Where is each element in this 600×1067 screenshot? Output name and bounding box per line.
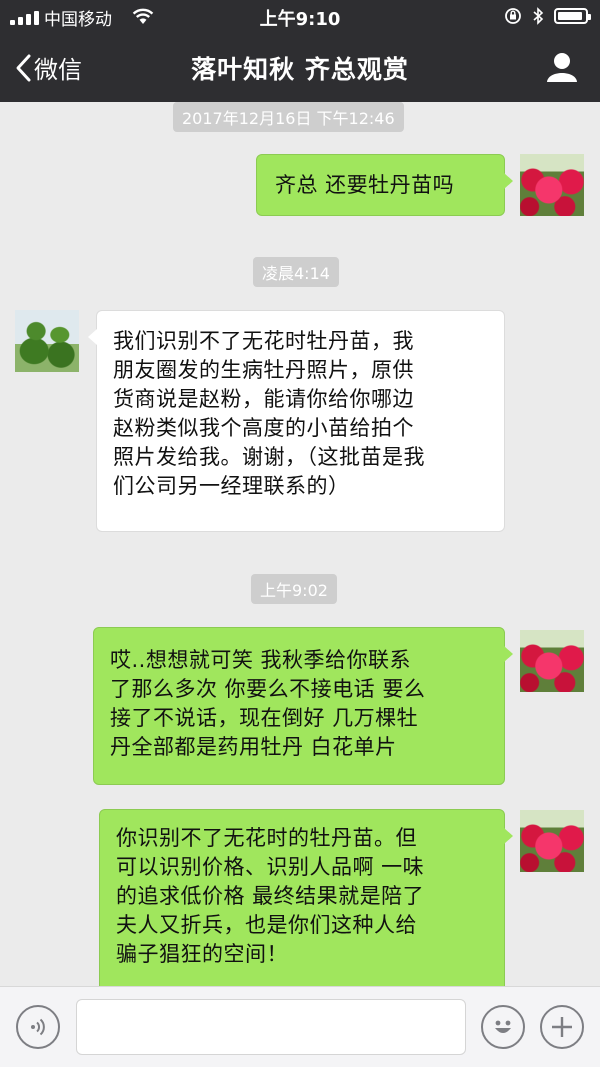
message-line: 可以识别价格、识别人品啊 一味: [116, 855, 425, 879]
timestamp: 凌晨4:14: [253, 257, 339, 287]
message-line: 货商说是赵粉，能请你给你哪边: [113, 387, 414, 411]
message-line: 赵粉类似我个高度的小苗给拍个: [113, 416, 414, 440]
message-line: 的追求低价格 最终结果就是陪了: [116, 884, 425, 908]
message-bubble-received[interactable]: 我们识别不了无花时牡丹苗，我 朋友圈发的生病牡丹照片，原供 货商说是赵粉，能请你…: [88, 310, 505, 532]
emoji-icon: [495, 1020, 511, 1033]
battery-icon: [554, 8, 591, 24]
user-icon[interactable]: [546, 52, 578, 82]
emoji-button[interactable]: [481, 1005, 525, 1049]
message-line: 接了不说话，现在倒好 几万棵牡: [110, 706, 419, 730]
chat-title: 落叶知秋 齐总观赏: [191, 55, 409, 84]
message-line: 我们识别不了无花时牡丹苗，我: [113, 329, 414, 353]
message-line: 们公司另一经理联系的）: [113, 474, 350, 498]
voice-button[interactable]: [16, 1005, 60, 1049]
status-bar: 中国移动 上午9:10: [0, 0, 600, 34]
orientation-lock-icon: [505, 8, 521, 24]
bluetooth-icon: [533, 7, 544, 25]
top-bar: 中国移动 上午9:10 微信 落叶知秋 齐总观赏: [0, 0, 600, 102]
message-bubble-sent[interactable]: 哎..想想就可笑 我秋季给你联系 了那么多次 你要么不接电话 要么 接了不说话，…: [93, 627, 513, 785]
nav-bar: 微信 落叶知秋 齐总观赏: [0, 34, 600, 102]
message-line: 你识别不了无花时的牡丹苗。但: [116, 826, 417, 850]
message-line: 朋友圈发的生病牡丹照片，原供: [113, 358, 414, 382]
message-bubble-sent[interactable]: 你识别不了无花时的牡丹苗。但 可以识别价格、识别人品啊 一味 的追求低价格 最终…: [99, 809, 513, 1009]
voice-icon: [31, 1018, 45, 1036]
message-line: 哎..想想就可笑 我秋季给你联系: [110, 648, 412, 672]
timestamp: 2017年12月16日 下午12:46: [173, 102, 404, 132]
message-line: 骗子猖狂的空间！: [116, 942, 288, 966]
message-line: 丹全部都是药用牡丹 白花单片: [110, 735, 397, 759]
my-avatar[interactable]: [520, 154, 584, 216]
input-bar: [0, 986, 600, 1067]
plus-icon: [552, 1017, 572, 1037]
message-input[interactable]: [76, 999, 466, 1055]
message-bubble-sent[interactable]: 齐总 还要牡丹苗吗: [256, 154, 513, 216]
message-line: 夫人又折兵，也是你们这种人给: [116, 913, 417, 937]
more-button[interactable]: [540, 1005, 584, 1049]
my-avatar[interactable]: [520, 810, 584, 872]
timestamp: 上午9:02: [251, 574, 337, 604]
contact-avatar[interactable]: [15, 310, 79, 372]
my-avatar[interactable]: [520, 630, 584, 692]
status-indicators: [504, 7, 591, 25]
message-line: 了那么多次 你要么不接电话 要么: [110, 677, 426, 701]
message-line: 照片发给我。谢谢，（这批苗是我: [113, 445, 425, 469]
